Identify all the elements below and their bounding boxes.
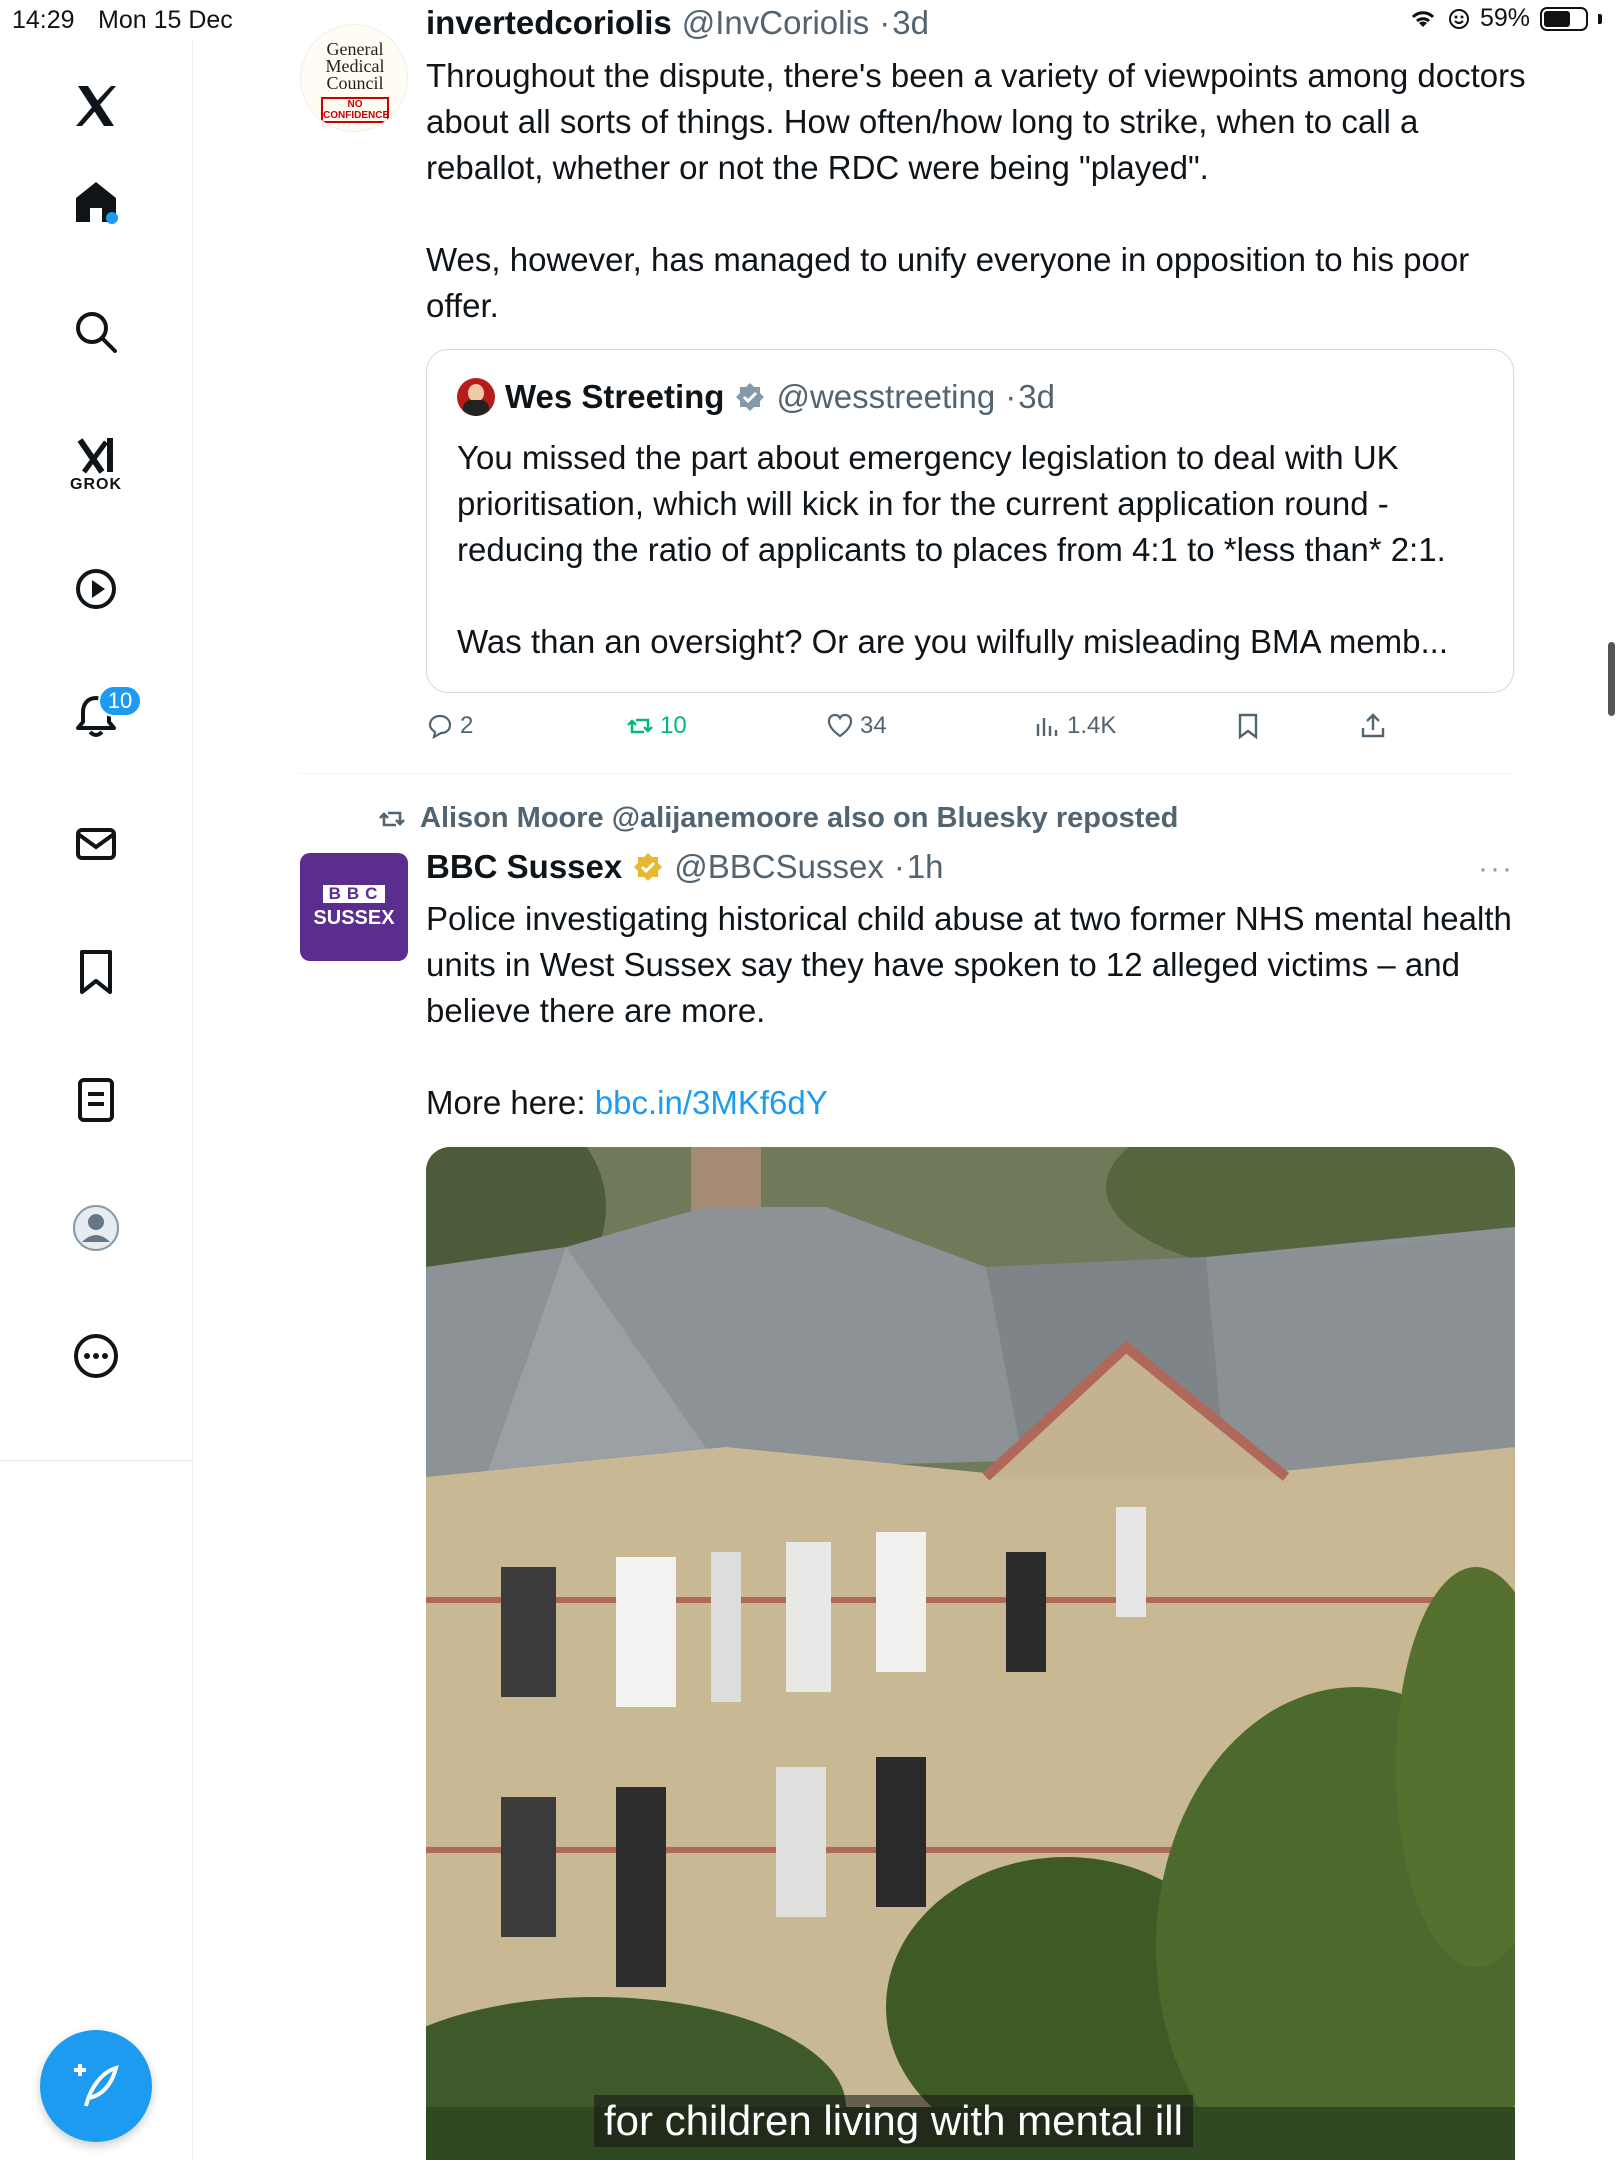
separator-dot: · (1005, 378, 1017, 415)
separator-dot: · (879, 4, 891, 41)
repost-context[interactable]: Alison Moore @alijanemoore also on Blues… (376, 802, 1178, 835)
bookmarks-icon[interactable] (60, 936, 132, 1008)
separator-dot: · (893, 848, 905, 885)
sidebar: GROK 10 (0, 40, 193, 2160)
views-icon (1036, 718, 1058, 736)
tweet-1-header: invertedcoriolis @InvCoriolis · 3d (426, 4, 929, 42)
verified-badge-icon (736, 383, 765, 411)
quote-author-name: Wes Streeting (505, 378, 725, 415)
notifications-badge: 10 (98, 685, 142, 717)
avatar-text-line: Council (326, 73, 384, 93)
tweet-1-actions: 2 10 34 1.4K (426, 712, 1426, 752)
bookmark-button[interactable] (1234, 712, 1262, 740)
author-name[interactable]: BBC Sussex (426, 848, 622, 886)
like-count: 34 (860, 712, 887, 739)
x-logo-icon[interactable] (60, 70, 132, 142)
verified-gold-badge-icon (634, 853, 663, 881)
house-photo (426, 1147, 1515, 2160)
reply-icon (428, 714, 452, 740)
tweet-text: Throughout the dispute, there's been a v… (426, 57, 1526, 186)
battery-percent: 59% (1479, 4, 1530, 32)
repost-icon (379, 811, 405, 826)
repost-context-text: Alison Moore @alijanemoore also on Blues… (420, 802, 1179, 834)
tweet-time[interactable]: 1h (907, 848, 944, 886)
bbc-sussex-avatar[interactable]: BBC SUSSEX (300, 853, 408, 961)
wifi-icon (1411, 10, 1435, 27)
tweet-text: Police investigating historical child ab… (426, 900, 1512, 1029)
heart-icon (827, 713, 853, 738)
avatar-stamp-text: NO (347, 99, 363, 110)
wes-avatar (457, 378, 495, 416)
more-options-icon[interactable]: ··· (1478, 852, 1514, 886)
tweet-link[interactable]: bbc.in/3MKf6dY (595, 1084, 828, 1121)
like-button[interactable]: 34 (826, 712, 887, 740)
tweet-media-image[interactable]: for children living with mental ill (426, 1147, 1515, 2160)
tweet-2-header: BBC Sussex @BBCSussex · 1h (426, 848, 944, 886)
avatar-stamp-text: CONFIDENCE (323, 110, 390, 121)
author-handle[interactable]: @InvCoriolis (682, 4, 870, 42)
share-icon (1361, 713, 1385, 738)
grok-label: GROK (70, 476, 122, 493)
reply-count: 2 (460, 712, 474, 739)
quote-text: Was than an oversight? Or are you wilful… (457, 623, 1449, 660)
quote-time: 3d (1018, 378, 1055, 415)
bbc-avatar-label: SUSSEX (313, 906, 395, 929)
more-icon[interactable] (60, 1320, 132, 1392)
tweet-text: More here: (426, 1084, 595, 1121)
quote-text: You missed the part about emergency legi… (457, 439, 1446, 568)
views-button[interactable]: 1.4K (1033, 712, 1116, 740)
view-count: 1.4K (1067, 712, 1117, 739)
author-name[interactable]: invertedcoriolis (426, 4, 672, 42)
repost-icon (627, 718, 653, 734)
profile-avatar-icon[interactable] (60, 1192, 132, 1264)
repost-count: 10 (660, 712, 687, 739)
status-time: 14:29 (12, 6, 75, 34)
battery-icon (1540, 6, 1588, 31)
tweet-1-body: Throughout the dispute, there's been a v… (426, 53, 1526, 329)
sidebar-divider (0, 1460, 193, 1461)
repost-button[interactable]: 10 (626, 712, 687, 740)
media-caption: for children living with mental ill (594, 2095, 1193, 2147)
status-date: Mon 15 Dec (98, 6, 233, 34)
lists-icon[interactable] (60, 1064, 132, 1136)
focus-icon (1448, 8, 1469, 29)
gmc-avatar[interactable]: General Medical Council NO CONFIDENCE (300, 24, 408, 132)
tweet-divider (300, 773, 1514, 774)
compose-button[interactable] (40, 2030, 152, 2142)
tweet-2-body: Police investigating historical child ab… (426, 896, 1526, 1126)
scrollbar[interactable] (1608, 642, 1615, 716)
reply-button[interactable]: 2 (426, 712, 473, 740)
tweet-time[interactable]: 3d (892, 4, 929, 42)
share-button[interactable] (1359, 712, 1387, 740)
author-handle[interactable]: @BBCSussex (674, 848, 884, 886)
compose-icon (74, 2064, 119, 2107)
tweet-text: Wes, however, has managed to unify every… (426, 241, 1470, 324)
status-right: 59% (1408, 4, 1602, 33)
bbc-logo-text: BBC (322, 884, 386, 903)
home-unread-dot (106, 212, 118, 224)
messages-icon[interactable] (60, 808, 132, 880)
quote-author-handle: @wesstreeting (776, 378, 996, 415)
video-icon[interactable] (60, 553, 132, 625)
quote-tweet-card[interactable]: Wes Streeting @wesstreeting · 3d You mis… (426, 349, 1514, 693)
home-icon[interactable] (60, 166, 132, 238)
bookmark-icon (1238, 713, 1258, 740)
quote-body: You missed the part about emergency legi… (457, 435, 1497, 665)
quote-header: Wes Streeting @wesstreeting · 3d (457, 378, 1055, 416)
search-icon[interactable] (60, 296, 132, 368)
